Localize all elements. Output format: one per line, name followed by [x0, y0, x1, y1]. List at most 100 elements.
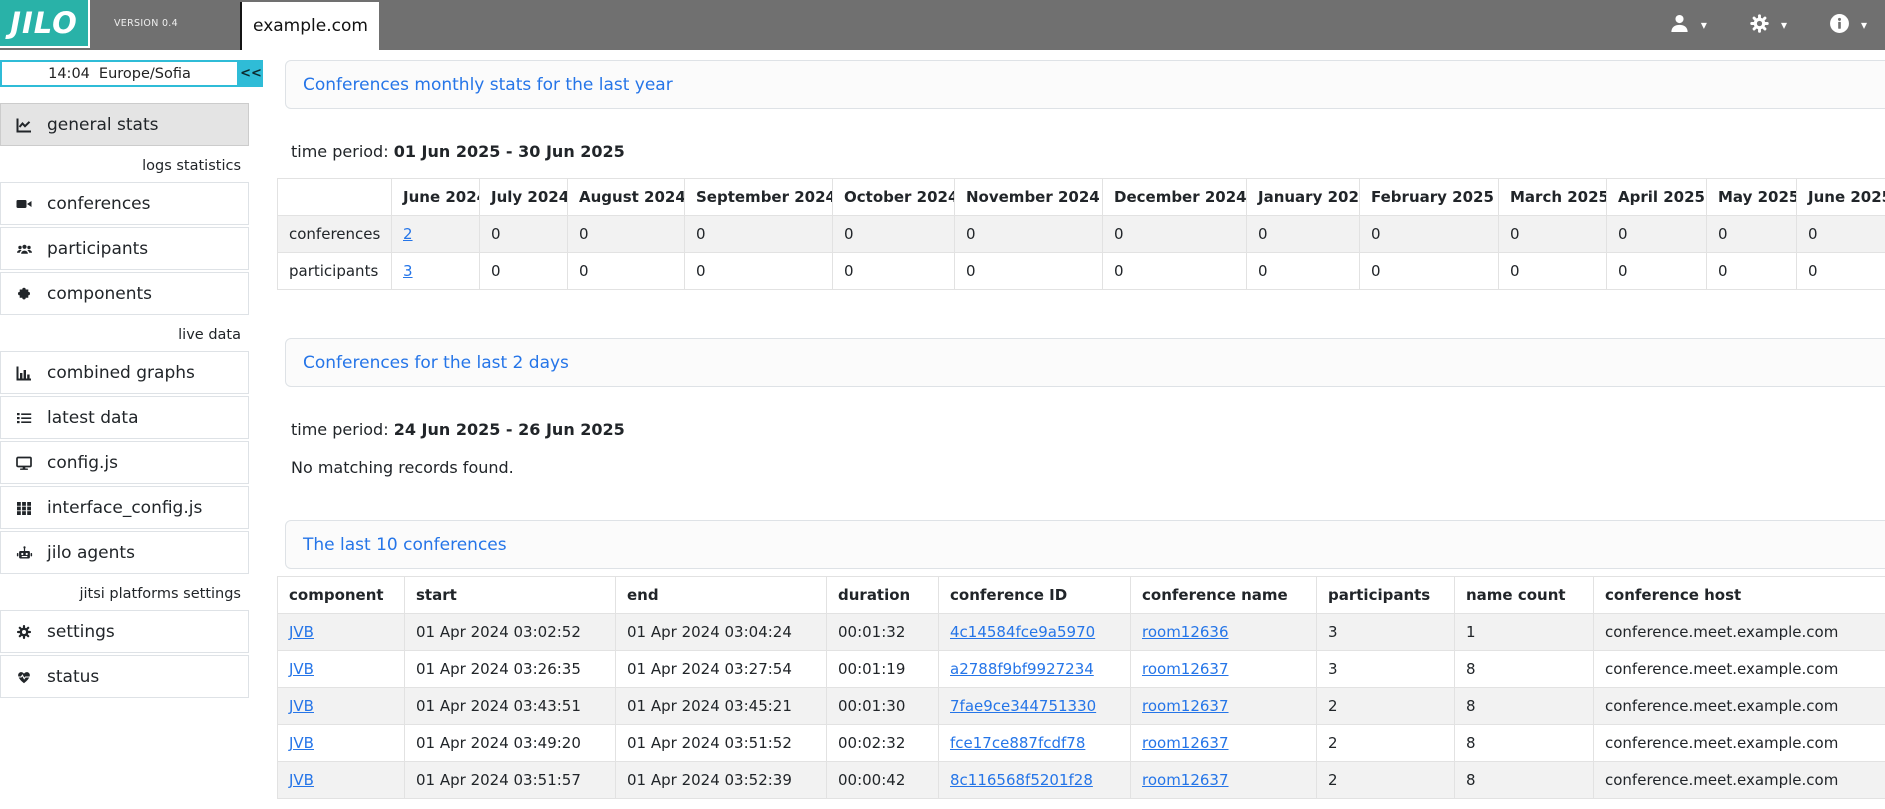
column-header: end [616, 577, 827, 614]
monthly-time-period: time period: 01 Jun 2025 - 30 Jun 2025 [291, 142, 1885, 161]
table-cell: room12637 [1131, 688, 1317, 725]
sidebar-menu: general stats logs statistics conference… [0, 103, 249, 698]
cell-link[interactable]: room12637 [1142, 697, 1229, 715]
version-label: VERSION 0.4 [114, 18, 178, 29]
cell-link[interactable]: JVB [289, 771, 314, 789]
chart-column-icon [14, 365, 34, 381]
list-icon [14, 410, 34, 426]
sidebar-item-components[interactable]: components [0, 272, 249, 315]
sidebar-item-conferences[interactable]: conferences [0, 182, 249, 225]
cell-link[interactable]: room12637 [1142, 660, 1229, 678]
cell-link[interactable]: JVB [289, 660, 314, 678]
sidebar-section-live-data: live data [0, 317, 249, 351]
puzzle-piece-icon [14, 286, 34, 302]
sidebar-item-settings[interactable]: settings [0, 610, 249, 653]
user-menu-button[interactable]: ▾ [1669, 13, 1707, 38]
sidebar-item-status[interactable]: status [0, 655, 249, 698]
column-header: conference ID [939, 577, 1131, 614]
cell-link[interactable]: JVB [289, 697, 314, 715]
sidebar-item-interface-config-js[interactable]: interface_config.js [0, 486, 249, 529]
cell-link[interactable]: 8c116568f5201f28 [950, 771, 1093, 789]
table-cell: 7fae9ce344751330 [939, 688, 1131, 725]
heart-pulse-icon [14, 669, 34, 685]
table-cell: 0 [833, 253, 955, 290]
time-period-label: time period: [291, 420, 389, 439]
table-cell: 0 [1499, 216, 1607, 253]
table-cell: 2 [1317, 725, 1455, 762]
table-cell: 0 [955, 253, 1103, 290]
desktop-icon [14, 455, 34, 471]
table-cell: JVB [278, 688, 405, 725]
column-header: November 2024 [955, 179, 1103, 216]
sidebar-item-participants[interactable]: participants [0, 227, 249, 270]
table-cell: 0 [1247, 216, 1360, 253]
table-cell: 0 [1360, 216, 1499, 253]
table-cell: 8 [1455, 651, 1594, 688]
column-header: June 2024 [392, 179, 480, 216]
table-header-row: componentstartenddurationconference IDco… [278, 577, 1885, 614]
cell-link[interactable]: a2788f9bf9927234 [950, 660, 1094, 678]
sidebar-item-jilo-agents[interactable]: jilo agents [0, 531, 249, 574]
chevron-down-icon: ▾ [1861, 19, 1867, 31]
sidebar-item-label: config.js [47, 453, 118, 473]
table-cell: 3 [1317, 651, 1455, 688]
card-last-2-days-header: Conferences for the last 2 days [285, 338, 1885, 387]
sidebar-item-general-stats[interactable]: general stats [0, 103, 249, 146]
card-last-10-conferences-title[interactable]: The last 10 conferences [303, 535, 507, 555]
app-logo: JILO [0, 0, 90, 48]
sidebar-item-latest-data[interactable]: latest data [0, 396, 249, 439]
time-period-value: 24 Jun 2025 - 26 Jun 2025 [394, 420, 625, 439]
sidebar: 14:04 Europe/Sofia << general stats logs… [0, 50, 250, 700]
table-cell: 00:00:42 [827, 762, 939, 799]
table-cell: 0 [685, 253, 833, 290]
card-monthly-stats-title[interactable]: Conferences monthly stats for the last y… [303, 75, 673, 95]
monthly-stats-table: June 2024July 2024August 2024September 2… [277, 178, 1885, 290]
clock-time: 14:04 [48, 66, 90, 82]
table-cell: 00:01:19 [827, 651, 939, 688]
table-row: JVB01 Apr 2024 03:02:5201 Apr 2024 03:04… [278, 614, 1885, 651]
cell-link[interactable]: JVB [289, 734, 314, 752]
table-cell: 2 [392, 216, 480, 253]
sidebar-item-combined-graphs[interactable]: combined graphs [0, 351, 249, 394]
column-header: March 2025 [1499, 179, 1607, 216]
chevron-down-icon: ▾ [1781, 19, 1787, 31]
cell-link[interactable]: room12637 [1142, 734, 1229, 752]
column-header: conference name [1131, 577, 1317, 614]
table-cell: 0 [1607, 253, 1707, 290]
table-cell: 01 Apr 2024 03:27:54 [616, 651, 827, 688]
table-cell: 0 [480, 253, 568, 290]
info-icon [1829, 13, 1850, 38]
card-last-2-days-title[interactable]: Conferences for the last 2 days [303, 353, 569, 373]
cell-link[interactable]: room12636 [1142, 623, 1229, 641]
sidebar-collapse-button[interactable]: << [239, 60, 263, 87]
table-cell: 01 Apr 2024 03:02:52 [405, 614, 616, 651]
table-cell: participants [278, 253, 392, 290]
topbar-menus: ▾ ▾ ▾ [1669, 0, 1867, 50]
recent-time-period: time period: 24 Jun 2025 - 26 Jun 2025 [291, 420, 1885, 439]
site-tab-example-com[interactable]: example.com [240, 2, 379, 50]
clock-display: 14:04 Europe/Sofia [0, 60, 239, 87]
sidebar-item-label: status [47, 667, 99, 687]
table-cell: 0 [1103, 216, 1247, 253]
sidebar-item-label: general stats [47, 115, 158, 135]
cell-link[interactable]: 2 [403, 225, 413, 243]
table-cell: 0 [1247, 253, 1360, 290]
cell-link[interactable]: fce17ce887fcdf78 [950, 734, 1085, 752]
sidebar-item-config-js[interactable]: config.js [0, 441, 249, 484]
cell-link[interactable]: 3 [403, 262, 413, 280]
cell-link[interactable]: room12637 [1142, 771, 1229, 789]
table-cell: 0 [685, 216, 833, 253]
table-cell: 01 Apr 2024 03:49:20 [405, 725, 616, 762]
settings-menu-button[interactable]: ▾ [1749, 13, 1787, 38]
table-cell: conference.meet.example.com [1594, 614, 1885, 651]
cell-link[interactable]: JVB [289, 623, 314, 641]
table-cell: JVB [278, 725, 405, 762]
table-cell: conference.meet.example.com [1594, 762, 1885, 799]
sidebar-section-logs-statistics: logs statistics [0, 148, 249, 182]
cell-link[interactable]: 7fae9ce344751330 [950, 697, 1096, 715]
column-header: October 2024 [833, 179, 955, 216]
cell-link[interactable]: 4c14584fce9a5970 [950, 623, 1095, 641]
sidebar-item-label: settings [47, 622, 115, 642]
info-menu-button[interactable]: ▾ [1829, 13, 1867, 38]
table-cell: 01 Apr 2024 03:51:57 [405, 762, 616, 799]
